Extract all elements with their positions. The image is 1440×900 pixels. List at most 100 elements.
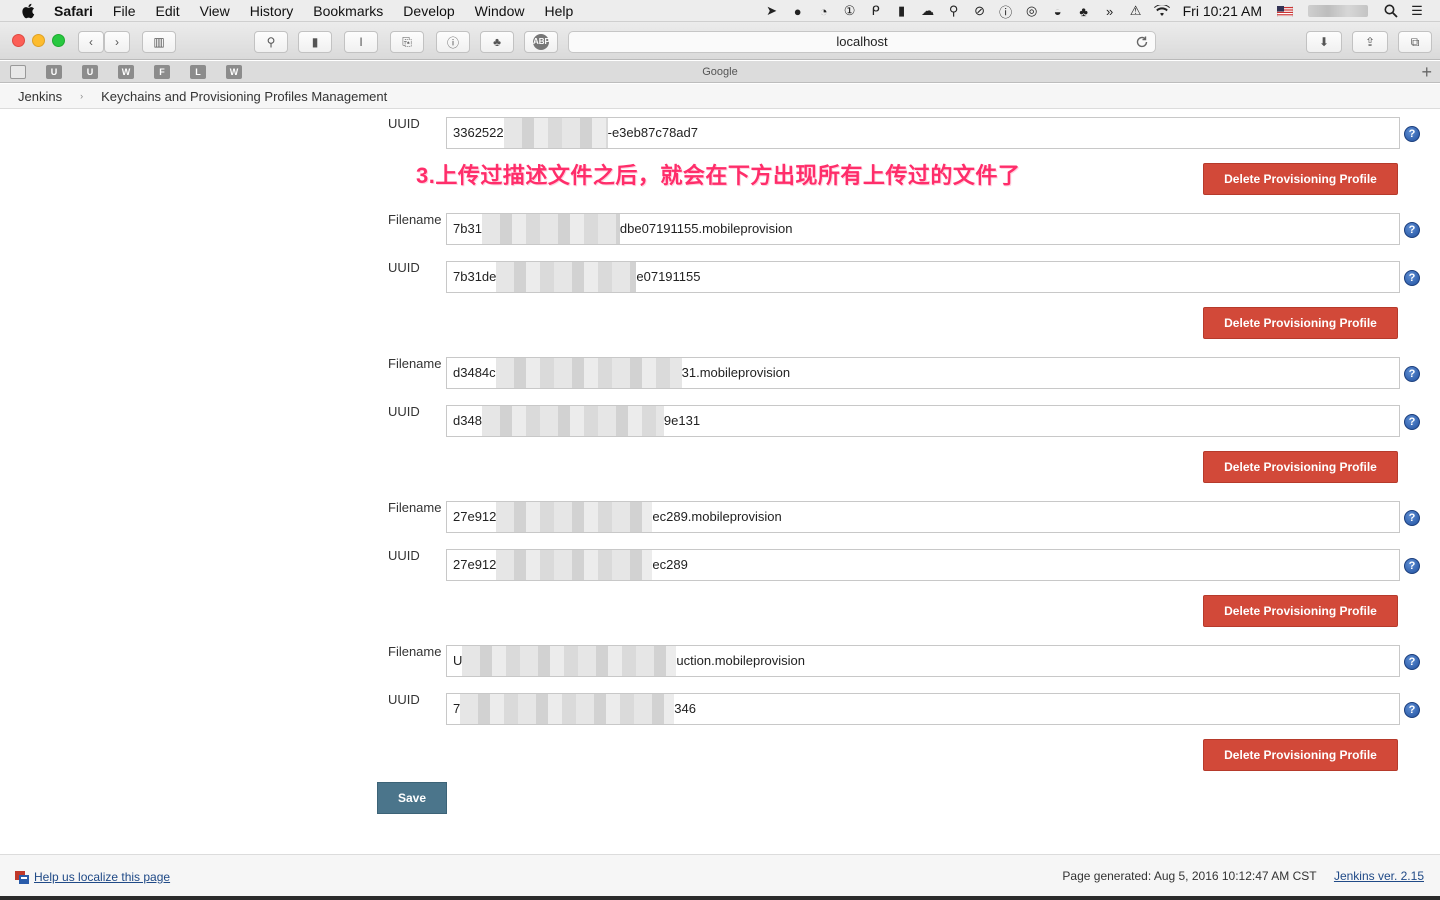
help-icon[interactable]: ? [1404,414,1420,430]
search-extension-button[interactable]: ⚲ [254,31,288,53]
breadcrumb-jenkins[interactable]: Jenkins [0,89,80,104]
no-entry-icon[interactable]: ⊘ [969,0,991,22]
page-footer: Help us localize this page Page generate… [0,854,1440,896]
evernote-button[interactable]: ♣ [480,31,514,53]
uuid-suffix: 9e131 [663,413,701,428]
reload-icon[interactable] [1135,35,1149,49]
filename-prefix: 7b31 [453,221,482,236]
adblock-button[interactable]: ABP [524,31,558,53]
delete-profile-button[interactable]: Delete Provisioning Profile [1203,451,1398,483]
zoom-window-button[interactable] [52,34,65,47]
cloud-icon[interactable]: ☁ [917,0,939,22]
jenkins-bookmark-icon[interactable] [10,65,26,79]
uuid-field[interactable]: 7b31de e07191155 [446,261,1400,293]
delete-profile-button[interactable]: Delete Provisioning Profile [1203,739,1398,771]
apple-logo-icon[interactable] [18,0,38,22]
bookmark-f[interactable]: F [154,65,170,79]
filename-field[interactable]: 27e912 ec289.mobileprovision [446,501,1400,533]
filename-label: Filename [388,212,442,227]
broom-icon[interactable]: ⚲ [943,0,965,22]
filename-label: Filename [388,500,442,515]
help-icon[interactable]: ? [1404,222,1420,238]
jenkins-version-link[interactable]: Jenkins ver. 2.15 [1334,869,1424,883]
sync-icon[interactable]: ◎ [1021,0,1043,22]
p-icon[interactable]: ᑭ [865,0,887,22]
uuid-field[interactable]: 7 346 [446,693,1400,725]
delete-profile-button[interactable]: Delete Provisioning Profile [1203,163,1398,195]
warning-icon[interactable]: ⚠ [1125,0,1147,22]
book-icon: ▮ [311,35,319,49]
tab-title[interactable]: Google [0,61,1440,83]
info-icon[interactable]: ⓘ [995,0,1017,22]
uuid-field[interactable]: d348 9e131 [446,405,1400,437]
filename-field[interactable]: Uuction.mobileprovision [446,645,1400,677]
minimize-window-button[interactable] [32,34,45,47]
redacted-blur [503,118,608,148]
delete-profile-button[interactable]: Delete Provisioning Profile [1203,595,1398,627]
onepassword-button[interactable]: ⓘ [436,31,470,53]
menu-file[interactable]: File [103,0,146,22]
fast-forward-icon[interactable]: » [1099,0,1121,22]
notification-center-icon[interactable]: ☰ [1406,0,1428,22]
menu-view[interactable]: View [190,0,240,22]
qq-icon[interactable]: ● [787,0,809,22]
hat-icon[interactable]: ◒ [1047,0,1069,22]
filename-prefix: U [453,653,463,668]
sidebar-toggle-button[interactable]: ▥ [142,31,176,53]
extension-button-2[interactable]: I [344,31,378,53]
bookmark-u2[interactable]: U [82,65,98,79]
help-icon[interactable]: ? [1404,654,1420,670]
back-button[interactable]: ‹ [78,31,104,53]
user-name-blurred[interactable] [1308,5,1368,17]
us-flag-icon[interactable] [1274,0,1296,22]
bookmark-w1[interactable]: W [118,65,134,79]
redacted-blur [496,550,653,580]
share-button[interactable]: ⇪ [1352,31,1388,53]
wifi-icon[interactable] [1151,0,1173,22]
menu-edit[interactable]: Edit [145,0,189,22]
bookmark-icon[interactable]: ▮ [891,0,913,22]
menu-develop[interactable]: Develop [393,0,464,22]
downloads-button[interactable]: ⬇ [1306,31,1342,53]
breadcrumb-current[interactable]: Keychains and Provisioning Profiles Mana… [83,89,405,104]
telegram-icon[interactable]: ➤ [761,0,783,22]
forward-button[interactable]: › [104,31,130,53]
clock[interactable]: Fri 10:21 AM [1183,3,1262,19]
tabs-overview-button[interactable]: ⧉ [1398,31,1432,53]
timer-icon[interactable]: ◔ [813,0,835,22]
spotlight-search-icon[interactable] [1380,0,1402,22]
localize-section: Help us localize this page [14,869,170,885]
clip-icon: ⎘ [402,34,412,49]
menu-safari[interactable]: Safari [54,0,103,22]
address-bar[interactable]: localhost [568,31,1156,53]
onepassword-badge-icon[interactable]: ① [839,0,861,22]
bookmark-w2[interactable]: W [226,65,242,79]
close-window-button[interactable] [12,34,25,47]
bookmark-u1[interactable]: U [46,65,62,79]
help-icon[interactable]: ? [1404,126,1420,142]
uuid-field[interactable]: 3362522 -e3eb87c78ad7 [446,117,1400,149]
status-area: ➤ ● ◔ ① ᑭ ▮ ☁ ⚲ ⊘ ⓘ ◎ ◒ ♣ » ⚠ Fri 10:21 … [759,0,1440,22]
filename-field[interactable]: d3484c 31.mobileprovision [446,357,1400,389]
menu-history[interactable]: History [240,0,304,22]
new-tab-button[interactable]: + [1421,62,1432,82]
help-icon[interactable]: ? [1404,702,1420,718]
evernote-icon[interactable]: ♣ [1073,0,1095,22]
sidebar-icon: ▥ [153,35,165,49]
menu-bookmarks[interactable]: Bookmarks [303,0,393,22]
save-button[interactable]: Save [377,782,447,814]
help-icon[interactable]: ? [1404,558,1420,574]
help-icon[interactable]: ? [1404,510,1420,526]
help-icon[interactable]: ? [1404,270,1420,286]
bookmark-l[interactable]: L [190,65,206,79]
extension-button-3[interactable]: ⎘ [390,31,424,53]
filename-field[interactable]: 7b31 dbe07191155.mobileprovision [446,213,1400,245]
magnifier-icon: ⚲ [266,35,276,49]
menu-help[interactable]: Help [534,0,583,22]
localize-link[interactable]: Help us localize this page [34,870,170,884]
help-icon[interactable]: ? [1404,366,1420,382]
extension-button-1[interactable]: ▮ [298,31,332,53]
delete-profile-button[interactable]: Delete Provisioning Profile [1203,307,1398,339]
uuid-field[interactable]: 27e912 ec289 [446,549,1400,581]
menu-window[interactable]: Window [465,0,535,22]
